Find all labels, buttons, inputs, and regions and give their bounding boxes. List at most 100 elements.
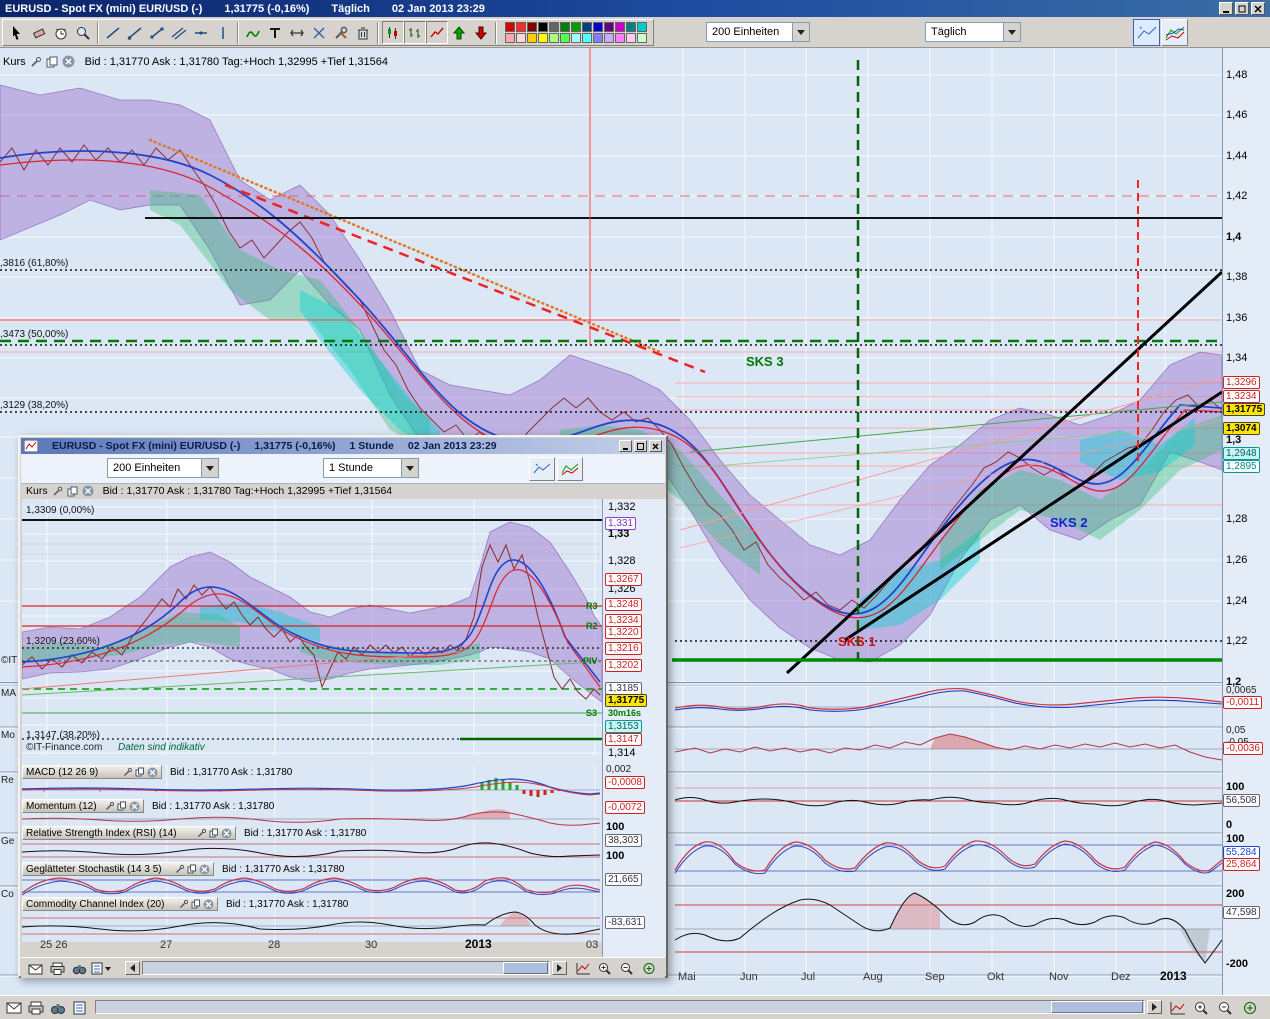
wrench-icon[interactable] bbox=[105, 801, 115, 811]
list-button[interactable] bbox=[70, 999, 90, 1017]
main-scrollbar[interactable] bbox=[95, 1000, 1145, 1014]
color-swatch[interactable] bbox=[560, 22, 570, 32]
color-swatch[interactable] bbox=[604, 33, 614, 43]
child-titlebar[interactable]: EURUSD - Spot FX (mini) EUR/USD (-) 1,31… bbox=[21, 438, 665, 454]
child-close-button[interactable] bbox=[649, 440, 662, 452]
wrench-icon[interactable] bbox=[30, 56, 42, 68]
indicator-header-macd[interactable]: MACD (12 26 9) bbox=[22, 765, 162, 779]
segment-tool-button[interactable] bbox=[146, 21, 168, 44]
indicator-header-stochastic[interactable]: Geglätteter Stochastik (14 3 5) bbox=[22, 862, 214, 876]
zoom-reset-button[interactable] bbox=[1240, 999, 1260, 1017]
print-button[interactable] bbox=[26, 999, 46, 1017]
color-swatch[interactable] bbox=[626, 33, 636, 43]
buy-arrow-button[interactable] bbox=[448, 21, 470, 44]
close-indicator-icon[interactable] bbox=[199, 864, 210, 875]
horizontal-line-tool-button[interactable] bbox=[190, 21, 212, 44]
close-indicator-icon[interactable] bbox=[147, 767, 158, 778]
child-timeframe-combobox[interactable]: 1 Stunde bbox=[323, 458, 419, 478]
indicator-header-cci[interactable]: Commodity Channel Index (20) bbox=[22, 897, 218, 911]
color-swatch[interactable] bbox=[527, 22, 537, 32]
color-swatch[interactable] bbox=[560, 33, 570, 43]
color-swatch[interactable] bbox=[615, 22, 625, 32]
child-zoom-in-button[interactable] bbox=[595, 959, 615, 977]
color-swatch[interactable] bbox=[604, 22, 614, 32]
color-swatch[interactable] bbox=[538, 33, 548, 43]
settings-tool-button[interactable] bbox=[330, 21, 352, 44]
mail-button[interactable] bbox=[4, 999, 24, 1017]
close-indicator-icon[interactable] bbox=[221, 828, 232, 839]
color-swatch[interactable] bbox=[505, 33, 515, 43]
copy-icon[interactable] bbox=[187, 864, 197, 874]
main-price-axis[interactable] bbox=[1222, 48, 1270, 995]
close-quote-icon[interactable] bbox=[62, 55, 75, 68]
indicator-tool-button[interactable] bbox=[242, 21, 264, 44]
color-swatch[interactable] bbox=[549, 33, 559, 43]
timeframe-combobox[interactable]: Täglich bbox=[925, 22, 1021, 42]
chart-template-button-1[interactable] bbox=[1133, 19, 1160, 46]
color-swatch[interactable] bbox=[505, 22, 515, 32]
color-swatch[interactable] bbox=[582, 22, 592, 32]
child-scrollbar[interactable] bbox=[142, 961, 550, 975]
color-swatch[interactable] bbox=[637, 22, 647, 32]
trendline-tool-button[interactable] bbox=[102, 21, 124, 44]
color-swatch[interactable] bbox=[527, 33, 537, 43]
color-swatch[interactable] bbox=[593, 33, 603, 43]
scroll-right-button[interactable] bbox=[1147, 1000, 1162, 1014]
zoom-out-button[interactable] bbox=[1216, 999, 1236, 1017]
zoom-in-button[interactable] bbox=[1192, 999, 1212, 1017]
indicator-header-rsi[interactable]: Relative Strength Index (RSI) (14) bbox=[22, 826, 236, 840]
bar-style-button[interactable] bbox=[404, 21, 426, 44]
cross-tool-button[interactable] bbox=[308, 21, 330, 44]
wrench-icon[interactable] bbox=[175, 864, 185, 874]
child-list-button[interactable] bbox=[91, 959, 111, 977]
main-window-titlebar[interactable]: EURUSD - Spot FX (mini) EUR/USD (-) 1,31… bbox=[0, 0, 1270, 17]
child-maximize-button[interactable] bbox=[634, 440, 647, 452]
child-units-combobox[interactable]: 200 Einheiten bbox=[107, 458, 219, 478]
chart-nav-button[interactable] bbox=[1168, 999, 1188, 1017]
minimize-button[interactable] bbox=[1219, 2, 1233, 15]
candle-style-button[interactable] bbox=[382, 21, 404, 44]
main-scrollbar-thumb[interactable] bbox=[1051, 1001, 1143, 1013]
chart-template-button-2[interactable] bbox=[1161, 19, 1188, 46]
color-swatch[interactable] bbox=[571, 33, 581, 43]
eraser-tool-button[interactable] bbox=[28, 21, 50, 44]
color-swatch[interactable] bbox=[626, 22, 636, 32]
maximize-button[interactable] bbox=[1235, 2, 1249, 15]
pointer-tool-button[interactable] bbox=[6, 21, 28, 44]
search-button[interactable] bbox=[48, 999, 68, 1017]
child-indicator-panels-canvas[interactable] bbox=[22, 765, 666, 942]
arrow-tool-button[interactable] bbox=[286, 21, 308, 44]
sell-arrow-button[interactable] bbox=[470, 21, 492, 44]
child-scroll-right-button[interactable] bbox=[552, 961, 567, 975]
wrench-icon[interactable] bbox=[179, 899, 189, 909]
color-swatch[interactable] bbox=[516, 22, 526, 32]
close-button[interactable] bbox=[1251, 2, 1265, 15]
child-minimize-button[interactable] bbox=[619, 440, 632, 452]
text-tool-button[interactable] bbox=[264, 21, 286, 44]
close-indicator-icon[interactable] bbox=[203, 899, 214, 910]
units-combobox-arrow[interactable] bbox=[792, 23, 809, 41]
color-swatch[interactable] bbox=[582, 33, 592, 43]
child-chart-template-button-1[interactable] bbox=[529, 457, 555, 481]
child-zoom-out-button[interactable] bbox=[617, 959, 637, 977]
copy-icon[interactable] bbox=[117, 801, 127, 811]
color-swatch[interactable] bbox=[593, 22, 603, 32]
child-zoom-reset-button[interactable] bbox=[639, 959, 659, 977]
zoom-tool-button[interactable] bbox=[72, 21, 94, 44]
child-chart-nav-button[interactable] bbox=[573, 959, 593, 977]
copy-icon[interactable] bbox=[67, 486, 78, 497]
copy-icon[interactable] bbox=[135, 767, 145, 777]
child-hourly-chart-canvas[interactable] bbox=[22, 499, 602, 757]
copy-icon[interactable] bbox=[46, 56, 58, 68]
color-swatch[interactable] bbox=[637, 33, 647, 43]
color-swatch[interactable] bbox=[615, 33, 625, 43]
alarm-tool-button[interactable] bbox=[50, 21, 72, 44]
child-scrollbar-thumb[interactable] bbox=[503, 962, 548, 974]
child-print-button[interactable] bbox=[47, 959, 67, 977]
color-swatch[interactable] bbox=[571, 22, 581, 32]
copy-icon[interactable] bbox=[209, 828, 219, 838]
close-quote-icon[interactable] bbox=[82, 485, 94, 497]
units-combobox[interactable]: 200 Einheiten bbox=[706, 22, 810, 42]
ray-tool-button[interactable] bbox=[124, 21, 146, 44]
delete-tool-button[interactable] bbox=[352, 21, 374, 44]
